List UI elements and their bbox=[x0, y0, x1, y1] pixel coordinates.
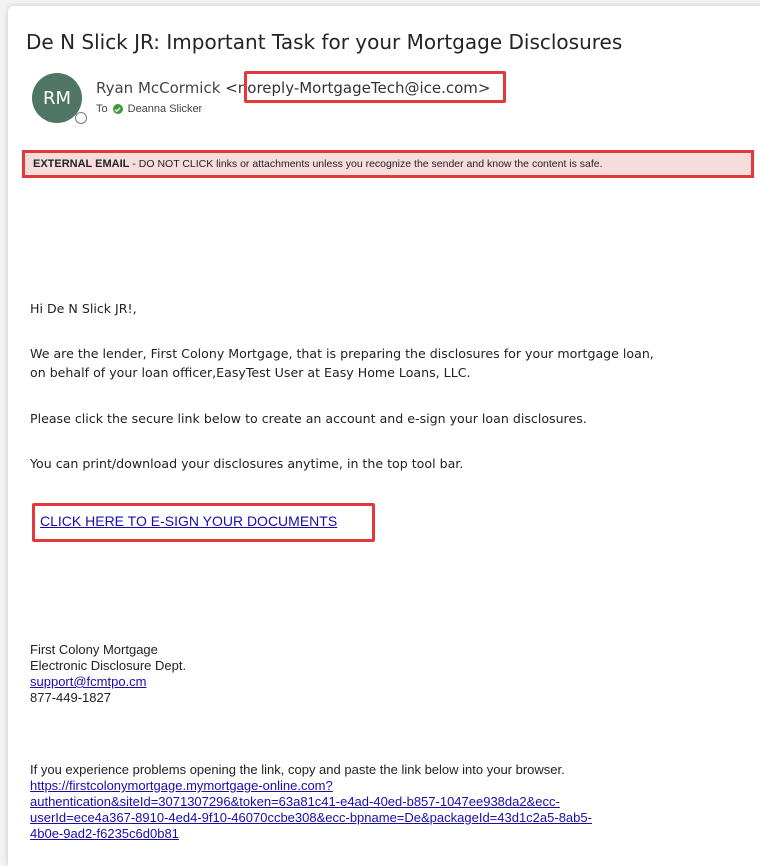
check-icon bbox=[112, 104, 123, 114]
fallback-url-line-1: https://firstcolonymortgage.mymortgage-o… bbox=[30, 778, 333, 793]
greeting: Hi De N Slick JR!, bbox=[30, 301, 137, 316]
sender-address-open: < bbox=[225, 79, 238, 97]
support-email-link[interactable]: support@fcmtpo.cm bbox=[30, 674, 147, 689]
external-email-banner: EXTERNAL EMAIL - DO NOT CLICK links or a… bbox=[22, 150, 754, 178]
fallback-url-link[interactable]: https://firstcolonymortgage.mymortgage-o… bbox=[30, 778, 730, 842]
avatar-initials: RM bbox=[42, 87, 72, 109]
sender-name[interactable]: Ryan McCormick bbox=[96, 79, 220, 97]
signature-company: First Colony Mortgage bbox=[30, 642, 158, 657]
body-paragraph-1: We are the lender, First Colony Mortgage… bbox=[30, 344, 654, 382]
to-label: To bbox=[96, 103, 108, 115]
sender-address-close: > bbox=[477, 79, 491, 97]
fallback-url-line-4: 4b0e-9ad2-f6235c6d0b81 bbox=[30, 826, 179, 841]
email-reading-pane bbox=[8, 6, 760, 866]
body-paragraph-3: You can print/download your disclosures … bbox=[30, 456, 464, 471]
signature-dept: Electronic Disclosure Dept. bbox=[30, 658, 187, 673]
body-paragraph-1-line-2: on behalf of your loan officer,EasyTest … bbox=[30, 365, 471, 380]
esign-documents-link[interactable]: CLICK HERE TO E-SIGN YOUR DOCUMENTS bbox=[40, 513, 337, 529]
recipient-name[interactable]: Deanna Slicker bbox=[128, 103, 203, 115]
banner-label: EXTERNAL EMAIL bbox=[33, 158, 130, 170]
sender-line: Ryan McCormick <noreply-MortgageTech@ice… bbox=[96, 79, 490, 97]
banner-text: - DO NOT CLICK links or attachments unle… bbox=[132, 158, 603, 170]
body-paragraph-1-line-1: We are the lender, First Colony Mortgage… bbox=[30, 346, 654, 361]
fallback-instructions: If you experience problems opening the l… bbox=[30, 762, 565, 777]
signature-phone: 877-449-1827 bbox=[30, 690, 111, 705]
presence-status-icon bbox=[75, 112, 87, 124]
sender-address[interactable]: noreply-MortgageTech@ice.com bbox=[238, 79, 478, 97]
email-subject: De N Slick JR: Important Task for your M… bbox=[26, 30, 623, 54]
fallback-url-line-3: userId=ece4a367-8910-4ed4-9f10-46070ccbe… bbox=[30, 810, 592, 825]
body-paragraph-2: Please click the secure link below to cr… bbox=[30, 411, 587, 426]
fallback-link-section: If you experience problems opening the l… bbox=[30, 762, 730, 842]
signature: First Colony Mortgage Electronic Disclos… bbox=[30, 642, 186, 706]
recipient-line: To Deanna Slicker bbox=[96, 103, 202, 115]
fallback-url-line-2: authentication&siteId=3071307296&token=6… bbox=[30, 794, 560, 809]
